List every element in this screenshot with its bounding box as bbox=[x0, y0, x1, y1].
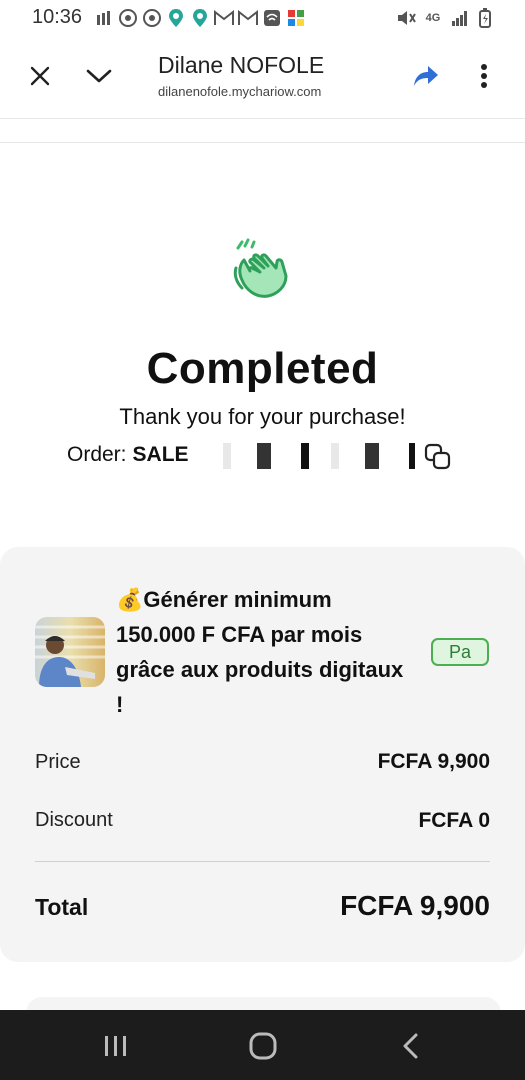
gmail-icon bbox=[214, 8, 234, 28]
location-pin-icon bbox=[166, 8, 186, 28]
status-badge: Pa bbox=[431, 638, 489, 666]
back-chevron-icon bbox=[403, 1033, 418, 1059]
mute-icon bbox=[396, 8, 416, 28]
home-icon bbox=[249, 1032, 277, 1060]
home-button[interactable] bbox=[243, 1028, 283, 1064]
system-icons: 4G bbox=[396, 8, 495, 28]
recent-apps-button[interactable] bbox=[96, 1028, 136, 1064]
status-heading: Completed bbox=[146, 344, 379, 393]
order-id: SALE bbox=[132, 443, 189, 466]
share-button[interactable] bbox=[406, 56, 446, 96]
cell-signal-icon bbox=[450, 8, 470, 28]
wifi-box-icon bbox=[262, 8, 282, 28]
copy-icon bbox=[424, 443, 451, 470]
total-value: FCFA 9,900 bbox=[340, 890, 490, 921]
battery-charging-icon bbox=[475, 8, 495, 28]
signal-bars-icon bbox=[94, 8, 114, 28]
app-grid-icon bbox=[286, 8, 306, 28]
discount-label: Discount bbox=[35, 809, 113, 831]
clapping-hands-icon bbox=[230, 238, 294, 304]
status-bar: 10:36 4G bbox=[0, 0, 525, 36]
network-type-label: 4G bbox=[425, 12, 441, 24]
more-options-button[interactable] bbox=[464, 56, 504, 96]
browser-header: Dilane NOFOLE dilanenofole.mychariow.com bbox=[0, 36, 525, 119]
product-name: 💰Générer minimum 150.000 F CFA par mois … bbox=[116, 587, 404, 717]
discount-value: FCFA 0 bbox=[418, 809, 490, 832]
status-time: 10:36 bbox=[32, 6, 83, 28]
chevron-down-icon bbox=[86, 69, 112, 83]
divider bbox=[35, 861, 490, 862]
network-type-icon: 4G bbox=[421, 8, 445, 28]
divider bbox=[0, 142, 525, 143]
gmail-icon bbox=[238, 8, 258, 28]
price-label: Price bbox=[35, 751, 81, 773]
total-label: Total bbox=[35, 894, 89, 920]
thank-you-message: Thank you for your purchase! bbox=[119, 404, 406, 429]
page-owner-title: Dilane NOFOLE bbox=[158, 52, 325, 78]
notification-icons bbox=[94, 8, 306, 28]
back-button[interactable] bbox=[390, 1028, 430, 1064]
more-vertical-icon bbox=[481, 64, 487, 88]
price-value: FCFA 9,900 bbox=[377, 750, 490, 773]
share-arrow-icon bbox=[414, 66, 438, 86]
page-url: dilanenofole.mychariow.com bbox=[158, 84, 322, 99]
recent-apps-icon bbox=[105, 1036, 126, 1056]
close-button[interactable] bbox=[20, 56, 60, 96]
minimize-button[interactable] bbox=[79, 56, 119, 96]
order-label: Order: bbox=[67, 443, 127, 466]
order-line: Order: SALE bbox=[67, 443, 415, 469]
product-thumbnail bbox=[35, 617, 105, 687]
copy-order-button[interactable] bbox=[424, 443, 452, 471]
order-id-redaction bbox=[201, 443, 415, 469]
whatsapp-icon bbox=[118, 8, 138, 28]
system-navigation-bar bbox=[0, 1010, 525, 1080]
location-pin-icon bbox=[190, 8, 210, 28]
whatsapp-icon bbox=[142, 8, 162, 28]
close-icon bbox=[30, 66, 50, 86]
